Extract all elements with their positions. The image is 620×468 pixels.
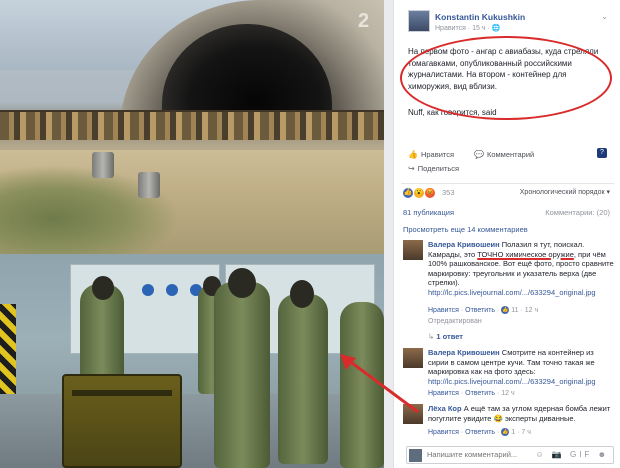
replies-link[interactable]: ↳ 1 ответ [428, 332, 463, 341]
comment-reply-link[interactable]: Ответить [465, 307, 495, 314]
chemical-container [62, 374, 182, 468]
angry-reaction-icon[interactable]: 😡 [425, 188, 435, 198]
reactions-row: 👍 😮 😡 353 Хронологический порядок ▾ [401, 183, 614, 199]
photo-column: 2 [0, 0, 384, 468]
hangar-number: 2 [358, 10, 370, 32]
comment-like-count[interactable]: 1 [511, 429, 515, 436]
comment-button[interactable]: 💬 Комментарий [474, 150, 534, 159]
post-text-2: Nuff, как говорится, said [408, 108, 497, 117]
comment-highlight: ТОЧНО химическое оружие [477, 249, 574, 259]
share-label: Поделиться [417, 164, 460, 173]
hazmat-person [278, 294, 328, 464]
safety-sign-icon [142, 284, 154, 296]
debris-pile [0, 110, 384, 140]
container-photo[interactable] [0, 254, 384, 468]
author-avatar[interactable] [408, 10, 430, 32]
gutter [384, 0, 393, 468]
stats-row: 81 публикация Комментарии: (20) [401, 206, 614, 220]
comment-label: Комментарий [486, 150, 535, 159]
reaction-count[interactable]: 353 [442, 188, 455, 197]
post-meta[interactable]: Нравится · 15 ч · 🌐 [435, 24, 500, 32]
commenter-name[interactable]: Валера Кривошеин [428, 348, 500, 357]
like-badge-icon: 👍 [501, 428, 510, 436]
hazmat-person [214, 282, 270, 468]
facebook-post-panel: Konstantin Kukushkin Нравится · 15 ч · 🌐… [393, 0, 620, 468]
comment-like-link[interactable]: Нравится [428, 429, 459, 436]
comment-actions: Нравится · Ответить · 12 ч [428, 390, 515, 397]
comment-like-link[interactable]: Нравится [428, 390, 459, 397]
shares-count[interactable]: 81 публикация [403, 208, 454, 217]
audience-badge[interactable]: ? [597, 148, 607, 158]
comment-composer: ☺ 📷 GIF ☻ [406, 446, 614, 464]
safety-sign-icon [166, 284, 178, 296]
commenter-name[interactable]: Лёха Кор [428, 404, 462, 413]
edited-label[interactable]: Отредактирован [428, 318, 482, 325]
comment-time[interactable]: 12 ч [501, 390, 514, 397]
edited-label-row: Отредактирован [428, 318, 482, 325]
comment-like-count[interactable]: 11 [511, 307, 518, 314]
chevron-down-icon[interactable]: ⌄ [601, 12, 608, 21]
commenter-avatar[interactable] [403, 404, 423, 424]
comment-body: Валера Кривошеин Полазил я тут, поискал.… [428, 240, 614, 297]
gas-mask [228, 268, 256, 298]
comments-count: Комментарии: (20) [545, 208, 610, 217]
barrel [138, 172, 160, 198]
sort-order-dropdown[interactable]: Хронологический порядок ▾ [520, 188, 610, 196]
thumbs-up-icon: 👍 [408, 150, 418, 159]
replies-label: 1 ответ [436, 332, 463, 341]
comment-body: Лёха Кор А ещё там за углом ядерная бомб… [428, 404, 614, 423]
gas-mask [92, 276, 114, 300]
comment-reply-link[interactable]: Ответить [465, 390, 495, 397]
comment-link[interactable]: http://lc.pics.livejournal.com/.../63329… [428, 377, 614, 387]
hazard-stripes [0, 304, 16, 404]
share-button[interactable]: ↪ Поделиться [408, 164, 459, 173]
current-user-avatar [409, 449, 422, 462]
comment-time[interactable]: 7 ч [521, 429, 531, 436]
like-button[interactable]: 👍 Нравится [408, 150, 454, 159]
gas-mask [290, 280, 314, 308]
view-more-comments-link[interactable]: Просмотреть еще 14 комментариев [403, 225, 528, 234]
commenter-avatar[interactable] [403, 348, 423, 368]
author-name[interactable]: Konstantin Kukushkin [435, 12, 525, 22]
wow-reaction-icon[interactable]: 😮 [414, 188, 424, 198]
post-actions: 👍 Нравится 💬 Комментарий ↪ Поделиться ? [408, 148, 613, 180]
comment-actions: Нравится · Ответить · 👍 11 · 12 ч [428, 306, 538, 314]
comment-actions: Нравится · Ответить · 👍 1 · 7 ч [428, 428, 531, 436]
barrel [92, 152, 114, 178]
post-header: Konstantin Kukushkin Нравится · 15 ч · 🌐… [408, 10, 608, 40]
like-label: Нравится [420, 150, 455, 159]
like-reaction-icon[interactable]: 👍 [403, 188, 413, 198]
speech-bubble-icon: 💬 [474, 150, 484, 159]
hangar-photo[interactable]: 2 [0, 0, 384, 254]
comment-reply-link[interactable]: Ответить [465, 429, 495, 436]
comment-like-link[interactable]: Нравится [428, 307, 459, 314]
post-text: На первом фото - ангар с авиабазы, куда … [408, 47, 599, 91]
composer-icons[interactable]: ☺ 📷 GIF ☻ [535, 450, 609, 459]
commenter-avatar[interactable] [403, 240, 423, 260]
like-badge-icon: 👍 [501, 306, 510, 314]
comment-body: Валера Кривошеин Смотрите на контейнер и… [428, 348, 614, 386]
share-arrow-icon: ↪ [408, 164, 415, 173]
commenter-name[interactable]: Валера Кривошеин [428, 240, 500, 249]
comment-time[interactable]: 12 ч [525, 307, 538, 314]
comment-link[interactable]: http://lc.pics.livejournal.com/.../63329… [428, 288, 614, 298]
hazmat-person [340, 302, 384, 468]
